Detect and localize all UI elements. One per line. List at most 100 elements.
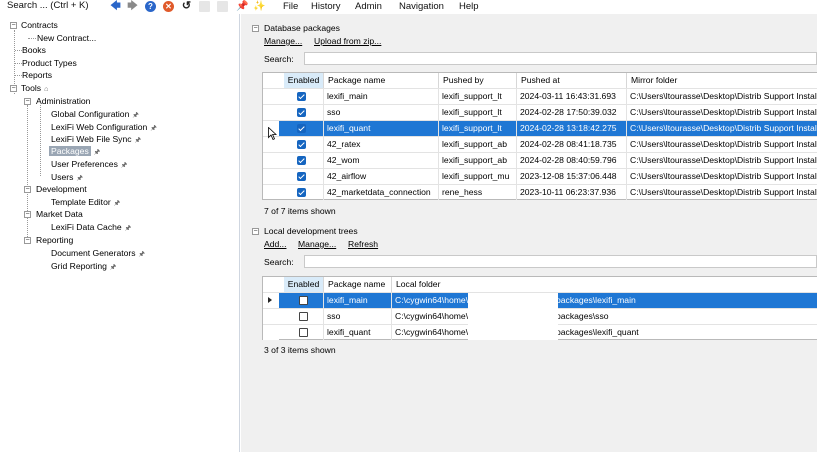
table-row[interactable]: lexifi_quant lexifi_support_lt 2024-02-28 … — [263, 120, 817, 136]
cell-pushed-by: rene_hess — [439, 185, 517, 200]
collapse-toggle[interactable]: − — [10, 85, 17, 92]
db-status-text: 7 of 7 items shown — [264, 206, 336, 216]
db-search-input[interactable] — [304, 52, 817, 65]
tree-lexifi-web-configuration[interactable]: LexiFi Web Configuration 🖈 — [51, 121, 157, 133]
collapse-toggle[interactable]: − — [252, 25, 259, 32]
column-header-pushed-by[interactable]: Pushed by — [439, 73, 517, 88]
local-trees-title: Local development trees — [264, 226, 358, 236]
manage-packages-link[interactable]: Manage... — [264, 36, 302, 46]
menu-help[interactable]: Help — [459, 0, 479, 13]
tree-reporting[interactable]: Reporting — [36, 234, 73, 246]
tree-tools[interactable]: Tools ⌂ — [21, 82, 48, 94]
row-header[interactable] — [263, 309, 279, 324]
refresh-link[interactable]: Refresh — [348, 239, 378, 249]
cell-pushed-at: 2024-02-28 08:40:59.796 — [517, 153, 627, 168]
cell-mirror: C:\Users\ltourasse\Desktop\Distrib Suppo… — [627, 137, 817, 152]
table-row[interactable]: sso lexifi_support_lt 2024-02-28 17:50:39.… — [263, 104, 817, 120]
upload-zip-link[interactable]: Upload from zip... — [314, 36, 381, 46]
enabled-checkbox[interactable] — [297, 140, 306, 149]
tree-packages[interactable]: Packages 🖈 — [49, 145, 100, 157]
manage-local-trees-link[interactable]: Manage... — [298, 239, 336, 249]
enabled-cell — [284, 325, 324, 340]
collapse-toggle[interactable]: − — [252, 228, 259, 235]
menu-history[interactable]: History — [311, 0, 341, 13]
cell-pushed-at: 2024-03-11 16:43:31.693 — [517, 89, 627, 104]
tree-lexifi-web-file-sync[interactable]: LexiFi Web File Sync 🖈 — [51, 133, 141, 145]
enabled-cell — [284, 293, 324, 308]
enabled-checkbox[interactable] — [297, 156, 306, 165]
add-local-tree-link[interactable]: Add... — [264, 239, 286, 249]
tree-books[interactable]: Books — [22, 44, 46, 56]
current-row-arrow-icon — [268, 297, 272, 303]
tree-product-types[interactable]: Product Types — [22, 57, 77, 69]
menu-admin[interactable]: Admin — [355, 0, 382, 13]
row-header[interactable] — [263, 89, 279, 104]
row-header[interactable] — [263, 325, 279, 340]
cell-pushed-by: lexifi_support_mu — [439, 169, 517, 184]
column-header-enabled[interactable]: Enabled — [284, 73, 324, 88]
enabled-checkbox[interactable] — [297, 172, 306, 181]
collapse-toggle[interactable]: − — [24, 237, 31, 244]
back-arrow-icon[interactable]: 🡄 — [110, 1, 121, 12]
table-row[interactable]: lexifi_main lexifi_support_lt 2024-03-11 1… — [263, 88, 817, 104]
column-header-pushed-at[interactable]: Pushed at — [517, 73, 627, 88]
table-row[interactable]: 42_marketdata_connection rene_hess 2023-10… — [263, 184, 817, 200]
tree-user-preferences[interactable]: User Preferences 🖈 — [51, 158, 127, 170]
tree-global-configuration[interactable]: Global Configuration 🖈 — [51, 108, 139, 120]
row-header[interactable] — [263, 169, 279, 184]
pin-icon[interactable]: 📌 — [236, 1, 248, 12]
tree-market-data[interactable]: Market Data — [36, 208, 83, 220]
collapse-toggle[interactable]: − — [10, 22, 17, 29]
close-icon[interactable]: ✕ — [163, 1, 174, 12]
label: Packages — [49, 146, 91, 156]
collapse-toggle[interactable]: − — [24, 98, 31, 105]
enabled-checkbox[interactable] — [297, 92, 306, 101]
tree-development[interactable]: Development — [36, 183, 87, 195]
column-header-package-name[interactable]: Package name — [324, 73, 439, 88]
enabled-checkbox[interactable] — [297, 124, 306, 133]
tree-document-generators[interactable]: Document Generators 🖈 — [51, 247, 145, 259]
tree-contracts[interactable]: Contracts — [21, 19, 58, 31]
tree-reports[interactable]: Reports — [22, 69, 52, 81]
collapse-toggle[interactable]: − — [24, 186, 31, 193]
enabled-checkbox[interactable] — [299, 328, 308, 337]
global-search[interactable]: Search ... (Ctrl + K) — [7, 0, 89, 12]
column-header-package-name[interactable]: Package name — [324, 277, 392, 292]
tree-new-contract[interactable]: New Contract... — [37, 32, 96, 44]
enabled-checkbox[interactable] — [297, 188, 306, 197]
collapse-toggle[interactable]: − — [24, 211, 31, 218]
menu-navigation[interactable]: Navigation — [399, 0, 444, 13]
pin-icon: 🖈 — [124, 225, 132, 232]
tree-users[interactable]: Users 🖈 — [51, 171, 83, 183]
column-header-local-folder[interactable]: Local folder — [392, 277, 817, 292]
row-header[interactable] — [263, 185, 279, 200]
forward-arrow-icon[interactable]: 🡆 — [127, 1, 138, 12]
column-header-mirror-folder[interactable]: Mirror folder — [627, 73, 817, 88]
help-icon[interactable]: ? — [145, 1, 156, 12]
table-row[interactable]: 42_airflow lexifi_support_mu 2023-12-08 15… — [263, 168, 817, 184]
enabled-checkbox[interactable] — [297, 108, 306, 117]
enabled-cell — [284, 89, 324, 104]
table-row[interactable]: 42_ratex lexifi_support_ab 2024-02-28 08:4… — [263, 136, 817, 152]
top-bar: Search ... (Ctrl + K) 🡄 🡆 ? ✕ ↺ 📌 ✨ File… — [0, 0, 817, 13]
tree-template-editor[interactable]: Template Editor 🖈 — [51, 196, 120, 208]
tree-grid-reporting[interactable]: Grid Reporting 🖈 — [51, 260, 116, 272]
row-header[interactable] — [263, 293, 279, 308]
enabled-checkbox[interactable] — [299, 312, 308, 321]
tree-connector — [28, 38, 36, 39]
wand-icon[interactable]: ✨ — [253, 1, 265, 12]
folder-path-start: C:\cygwin64\home\ — [395, 327, 469, 337]
row-header[interactable] — [263, 105, 279, 120]
menu-file[interactable]: File — [283, 0, 298, 13]
enabled-checkbox[interactable] — [299, 296, 308, 305]
table-row[interactable]: 42_wom lexifi_support_ab 2024-02-28 08:40:… — [263, 152, 817, 168]
column-header-enabled[interactable]: Enabled — [284, 277, 324, 292]
local-search-input[interactable] — [304, 255, 817, 268]
tree-lexifi-data-cache[interactable]: LexiFi Data Cache 🖈 — [51, 221, 131, 233]
tree-administration[interactable]: Administration — [36, 95, 90, 107]
enabled-cell — [284, 153, 324, 168]
pin-icon: 🖈 — [109, 264, 117, 271]
refresh-icon[interactable]: ↺ — [181, 1, 192, 12]
cell-mirror: C:\Users\ltourasse\Desktop\Distrib Suppo… — [627, 89, 817, 104]
row-header[interactable] — [263, 153, 279, 168]
